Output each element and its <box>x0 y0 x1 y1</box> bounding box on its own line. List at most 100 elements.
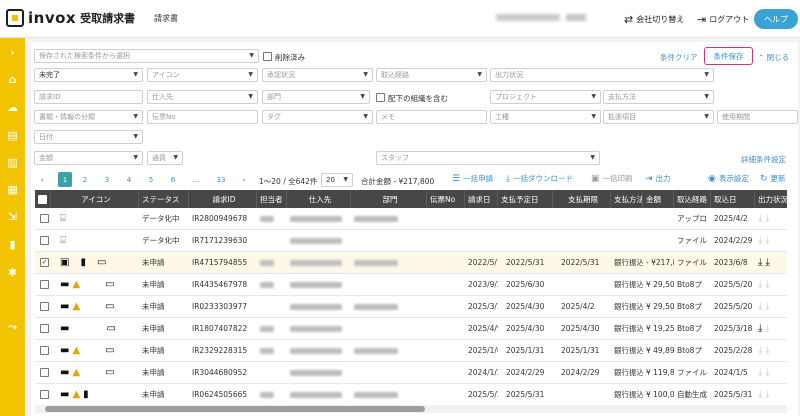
download-icon[interactable]: ⤓ <box>765 213 769 224</box>
table-row[interactable]: ▬▲ ▭ 未申請 IR2329228315 2025/1/6 2025/1/31 2025/… <box>35 340 787 362</box>
bulk-apply-button[interactable]: ☰ 一括申請 <box>452 173 493 184</box>
route-select[interactable]: 取込経路 ▼ <box>376 68 487 82</box>
download-icon[interactable]: ⤓ <box>765 367 769 378</box>
row-checkbox[interactable] <box>40 390 49 399</box>
table-row[interactable]: ▬▲ ▭ 未申請 IR4435467978 2023/9/30 2025/6/30 銀行振込… <box>35 274 787 296</box>
collapse-icon[interactable]: › <box>6 46 19 59</box>
scrollbar-thumb[interactable] <box>45 406 425 412</box>
clear-conditions-link[interactable]: 条件クリア <box>660 52 698 63</box>
amount-select[interactable]: 金額 ▼ <box>34 151 143 165</box>
row-request-id[interactable]: IR4715794855 <box>189 252 257 273</box>
download-icon[interactable]: ⤓ <box>758 389 762 400</box>
doc-class-select[interactable]: 書類・情報の分類 ▼ <box>34 110 143 124</box>
page-4[interactable]: 4 <box>122 172 136 187</box>
upload-icon[interactable]: ☁ <box>6 101 19 114</box>
download-icon[interactable]: ⤓ <box>765 235 769 246</box>
extension-select[interactable]: 拡張項目 ▼ <box>603 110 714 124</box>
tag-select[interactable]: タグ ▼ <box>262 110 373 124</box>
col-amount[interactable]: 金額 <box>643 190 674 208</box>
table-row[interactable]: ✓ ▣ ▮ ▭ 未申請 IR4715794855 2022/5/1 2022/5/31 2022… <box>35 252 787 274</box>
col-method[interactable]: 支払方法 <box>611 190 643 208</box>
next-page-button[interactable]: › <box>238 172 250 187</box>
download-icon[interactable]: ⤓ <box>758 345 762 356</box>
page-1[interactable]: 1 <box>58 172 72 187</box>
col-pay-plan[interactable]: 支払予定日 <box>498 190 553 208</box>
table-row[interactable]: ▬▲▮未申請IR06245056652025/5/312025/5/31銀行振込… <box>35 384 787 406</box>
connect-icon[interactable]: ⤳ <box>6 320 19 333</box>
detail-settings-link[interactable]: 詳細条件設定 <box>741 154 786 165</box>
download-icon[interactable]: ⤓ <box>758 213 762 224</box>
refresh-button[interactable]: ↻ 更新 <box>760 173 786 184</box>
download-icon[interactable]: ⤓ <box>765 323 769 334</box>
page-6[interactable]: 6 <box>166 172 180 187</box>
col-import-date[interactable]: 取込日 <box>711 190 755 208</box>
col-pay-limit[interactable]: 支払期限 <box>553 190 611 208</box>
row-request-id[interactable]: IR3044680952 <box>189 362 257 383</box>
download-icon[interactable]: ⤓ <box>765 389 769 400</box>
row-checkbox[interactable] <box>40 214 49 223</box>
bulk-print-button[interactable]: ▣ 一括印刷 <box>591 173 633 184</box>
col-status[interactable]: ステータス <box>139 190 189 208</box>
col-department[interactable]: 部門 <box>351 190 427 208</box>
status-select[interactable]: 未完了 ▼ <box>34 68 143 82</box>
row-request-id[interactable]: IR2329228315 <box>189 340 257 361</box>
row-request-id[interactable]: IR0624505665 <box>189 384 257 405</box>
download-icon[interactable]: ⤓ <box>765 257 769 268</box>
settings-icon[interactable]: ✱ <box>6 266 19 279</box>
download-icon[interactable]: ⤓ <box>758 257 762 268</box>
page-5[interactable]: 5 <box>144 172 158 187</box>
icon-select[interactable]: アイコン ▼ <box>147 68 258 82</box>
page-33[interactable]: 33 <box>212 172 230 187</box>
deleted-checkbox[interactable] <box>263 52 272 61</box>
download-icon[interactable]: ⤓ <box>765 301 769 312</box>
close-filters-link[interactable]: ⌃ 閉じる <box>758 52 789 63</box>
page-3[interactable]: 3 <box>100 172 114 187</box>
project-select[interactable]: プロジェクト ▼ <box>490 90 601 104</box>
invoice-icon[interactable]: ▥ <box>6 156 19 169</box>
horizontal-scrollbar[interactable] <box>35 405 787 413</box>
table-row[interactable]: ⌸ データ化中 IR7171239630 ファイル 2024/2/29 ⤓ ⤓ <box>35 230 787 252</box>
row-checkbox[interactable] <box>40 368 49 377</box>
sub-org-checkbox[interactable] <box>376 93 385 102</box>
payment-method-select[interactable]: 支払方法 ▼ <box>603 90 714 104</box>
row-request-id[interactable]: IR2800949678 <box>189 208 257 229</box>
per-page-select[interactable]: 20 ▼ <box>321 173 353 187</box>
slip-no-input[interactable]: 伝票No <box>147 110 258 124</box>
page-2[interactable]: 2 <box>78 172 92 187</box>
currency-select[interactable]: 通貨 ▼ <box>147 151 183 165</box>
download-icon[interactable]: ⤓ <box>765 345 769 356</box>
row-checkbox[interactable] <box>40 324 49 333</box>
save-conditions-button[interactable]: 条件保存 <box>704 47 753 65</box>
saved-search-select[interactable]: 保存された検索条件から選択 ▼ <box>34 49 259 63</box>
date-select[interactable]: 日付 ▼ <box>34 130 143 144</box>
process-select[interactable]: 工種 ▼ <box>490 110 601 124</box>
output-select[interactable]: 出力状況 ▼ <box>490 68 714 82</box>
logout-button[interactable]: ⇥ ログアウト <box>697 10 749 28</box>
row-checkbox[interactable] <box>40 302 49 311</box>
col-icon[interactable]: アイコン <box>51 190 139 208</box>
row-request-id[interactable]: IR4435467978 <box>189 274 257 295</box>
table-row[interactable]: ▬▲ ▭ 未申請 IR0233303977 2025/3/18 2025/4/30 2025… <box>35 296 787 318</box>
display-settings-button[interactable]: ◉ 表示設定 <box>708 173 749 184</box>
memo-input[interactable]: メモ <box>376 110 487 124</box>
row-request-id[interactable]: IR0233303977 <box>189 296 257 317</box>
download-icon[interactable]: ⤓ <box>758 279 762 290</box>
row-checkbox[interactable] <box>40 346 49 355</box>
col-slip-no[interactable]: 伝票No <box>427 190 465 208</box>
approval-select[interactable]: 承認状況 ▼ <box>262 68 373 82</box>
row-checkbox[interactable]: ✓ <box>40 258 49 267</box>
row-request-id[interactable]: IR1807407822 <box>189 318 257 339</box>
bulk-download-button[interactable]: ⤓ 一括ダウンロード <box>506 173 573 184</box>
home-icon[interactable]: ⌂ <box>6 73 19 86</box>
row-checkbox[interactable] <box>40 236 49 245</box>
table-row[interactable]: ⌸ データ化中 IR2800949678 アップロ 2025/4/2 ⤓ ⤓ <box>35 208 787 230</box>
department-select[interactable]: 部門 ▼ <box>262 90 370 104</box>
download-icon[interactable]: ⤓ <box>758 323 762 334</box>
col-route[interactable]: 取込経路 <box>674 190 711 208</box>
vendor-select[interactable]: 仕入先 ▼ <box>147 90 258 104</box>
request-id-input[interactable]: 請求ID <box>34 90 143 104</box>
col-request-date[interactable]: 請求日 <box>465 190 498 208</box>
chart-icon[interactable]: ▮ <box>6 238 19 251</box>
document-icon[interactable]: ▤ <box>6 129 19 142</box>
staff-select[interactable]: スタッフ ▼ <box>376 151 600 165</box>
